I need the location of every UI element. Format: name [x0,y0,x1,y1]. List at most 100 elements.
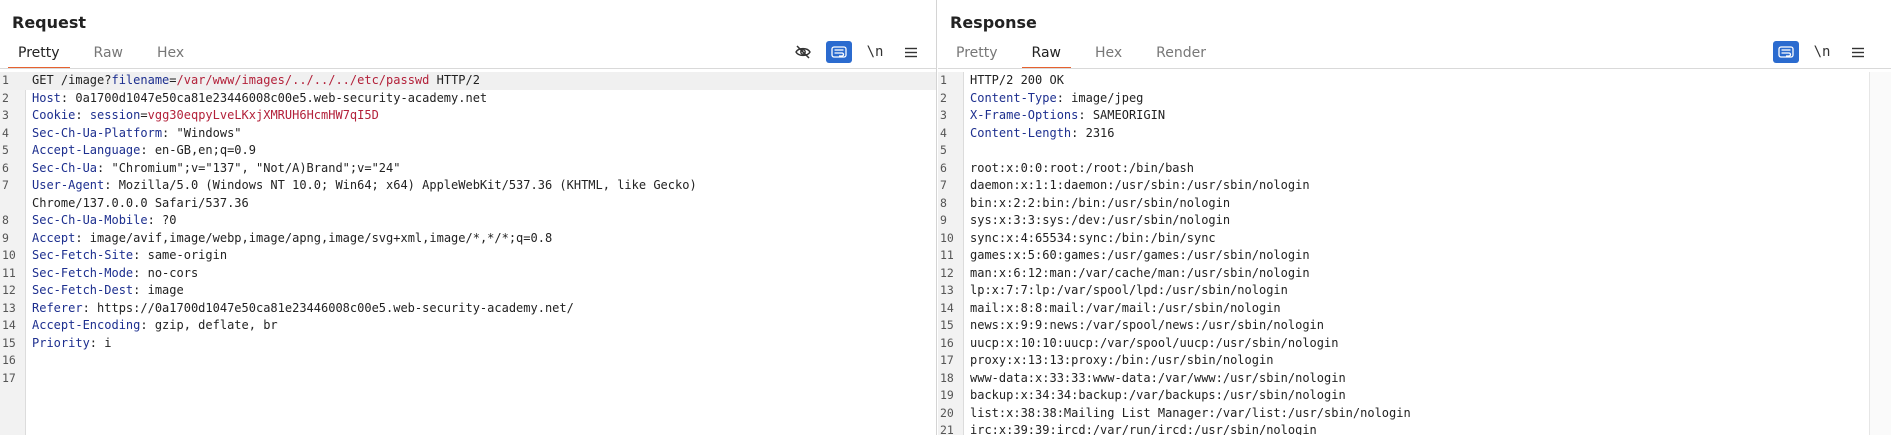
line-number: 7 [2,178,9,192]
request-editor[interactable]: 1 GET /image?filename=/var/www/images/../… [0,72,936,435]
line-text: Content-Type: image/jpeg [970,90,1143,108]
line-text: Sec-Ch-Ua-Mobile: ?0 [32,212,177,230]
line-number: 5 [2,143,9,157]
response-line: 16 uucp:x:10:10:uucp:/var/spool/uucp:/usr… [938,335,1891,353]
token: : image/jpeg [1056,90,1144,105]
response-tab-pretty[interactable]: Pretty [946,44,1008,69]
request-line: Chrome/137.0.0.0 Safari/537.36 [0,195,936,213]
token: HTTP/2 200 OK [970,73,1064,87]
response-line: 17 proxy:x:13:13:proxy:/bin:/usr/sbin/nol… [938,352,1891,370]
token: : SAMEORIGIN [1078,108,1166,122]
token: games:x:5:60:games:/usr/games:/usr/sbin/… [970,248,1310,262]
token: : gzip, deflate, br [140,318,278,332]
token: User-Agent [32,178,105,192]
line-text: sys:x:3:3:sys:/dev:/usr/sbin/nologin [970,212,1230,230]
token: Accept-Language [32,143,141,157]
token: Sec-Fetch-Dest [32,283,134,297]
line-text: X-Frame-Options: SAMEORIGIN [970,107,1165,125]
request-tabs: Pretty Raw Hex [8,44,208,69]
token: : no-cors [133,265,199,280]
token: Sec-Fetch-Mode [32,265,134,280]
line-number: 6 [940,160,947,175]
response-line: 10 sync:x:4:65534:sync:/bin:/bin/sync [938,230,1891,248]
response-tab-render[interactable]: Render [1146,44,1216,69]
line-number: 10 [2,248,16,262]
line-number: 18 [940,370,954,385]
token: vgg30eqpyLveLKxjXMRUH6HcmHW7qI5D [147,108,379,122]
request-line: 2 Host: 0a1700d1047e50ca81e23446008c00e5.… [0,90,936,108]
line-text: Accept: image/avif,image/webp,image/apng… [32,230,552,248]
request-line: 13 Referer: https://0a1700d1047e50ca81e23… [0,300,936,318]
line-number: 9 [940,213,947,227]
token: Sec-Ch-Ua-Platform [32,125,163,140]
response-line: 9 sys:x:3:3:sys:/dev:/usr/sbin/nologin [938,212,1891,230]
token: Priority [32,335,90,350]
token: : https://0a1700d1047e50ca81e23446008c00… [82,300,574,315]
token: sys:x:3:3:sys:/dev:/usr/sbin/nologin [970,213,1231,227]
token: lp:x:7:7:lp:/var/spool/lpd:/usr/sbin/nol… [970,283,1288,297]
menu-icon[interactable] [1845,41,1871,63]
token: Sec-Ch-Ua [32,160,98,175]
request-tab-raw[interactable]: Raw [84,44,133,69]
line-number: 19 [940,388,954,402]
response-editor[interactable]: 1 HTTP/2 200 OK 2 Content-Type: image/jpeg 3… [938,72,1891,435]
line-text: bin:x:2:2:bin:/bin:/usr/sbin/nologin [970,195,1230,213]
token: irc:x:39:39:ircd:/var/run/ircd:/usr/sbin… [970,423,1317,435]
line-text: User-Agent: Mozilla/5.0 (Windows NT 10.0… [32,177,697,195]
line-number: 2 [2,90,9,105]
line-number: 17 [940,353,954,367]
line-number: 14 [940,300,954,315]
request-line: 6 Sec-Ch-Ua: "Chromium";v="137", "Not/A)B… [0,160,936,178]
response-line: 19 backup:x:34:34:backup:/var/backups:/us… [938,387,1891,405]
line-number: 8 [2,213,9,227]
line-number: 1 [940,73,947,87]
newline-toggle[interactable]: \n [1809,41,1835,63]
wrap-icon[interactable] [826,41,852,63]
token: bin:x:2:2:bin:/bin:/usr/sbin/nologin [970,195,1231,210]
response-line: 3 X-Frame-Options: SAMEORIGIN [938,107,1891,125]
token: root:x:0:0:root:/root:/bin/bash [970,160,1194,175]
response-line: 5 [938,142,1891,160]
token: GET /image? [32,73,112,87]
token: www-data:x:33:33:www-data:/var/www:/usr/… [970,370,1346,385]
response-tab-raw[interactable]: Raw [1021,44,1071,69]
line-number: 15 [940,318,954,332]
response-line: 12 man:x:6:12:man:/var/cache/man:/usr/sbi… [938,265,1891,283]
response-line: 15 news:x:9:9:news:/var/spool/news:/usr/s… [938,317,1891,335]
line-text: games:x:5:60:games:/usr/games:/usr/sbin/… [970,247,1310,265]
response-scrollbar[interactable] [1869,72,1891,435]
response-toolbar: \n [1763,41,1871,63]
token: : "Windows" [162,125,242,140]
token: Host [32,90,61,105]
token: : [75,108,90,122]
response-line: 8 bin:x:2:2:bin:/bin:/usr/sbin/nologin [938,195,1891,213]
line-text: uucp:x:10:10:uucp:/var/spool/uucp:/usr/s… [970,335,1338,353]
menu-icon[interactable] [898,41,924,63]
token: Cookie [32,108,76,122]
line-number: 13 [2,300,16,315]
line-number: 14 [2,318,16,332]
line-text: Referer: https://0a1700d1047e50ca81e2344… [32,300,574,318]
token: Accept [32,230,76,245]
request-line: 3 Cookie: session=vgg30eqpyLveLKxjXMRUH6H… [0,107,936,125]
line-number: 21 [940,423,954,435]
line-number: 7 [940,178,947,192]
line-number: 4 [2,125,9,140]
token: = [169,73,177,87]
line-text: backup:x:34:34:backup:/var/backups:/usr/… [970,387,1346,405]
line-number: 20 [940,405,954,420]
eye-off-icon[interactable] [790,41,816,63]
line-number: 9 [2,230,9,245]
request-tab-hex[interactable]: Hex [147,44,194,69]
request-line: 11 Sec-Fetch-Mode: no-cors [0,265,936,283]
token: Referer [32,300,83,315]
newline-toggle[interactable]: \n [862,41,888,63]
response-panel: Response Pretty Raw Hex Render \n 1 HTTP/2 2… [938,0,1891,435]
response-tab-hex[interactable]: Hex [1085,44,1132,69]
wrap-icon[interactable] [1773,41,1799,63]
line-text: man:x:6:12:man:/var/cache/man:/usr/sbin/… [970,265,1310,283]
line-number: 12 [2,283,16,297]
request-line: 7 User-Agent: Mozilla/5.0 (Windows NT 10.… [0,177,936,195]
request-tab-pretty[interactable]: Pretty [8,44,70,69]
line-number: 17 [2,370,16,385]
